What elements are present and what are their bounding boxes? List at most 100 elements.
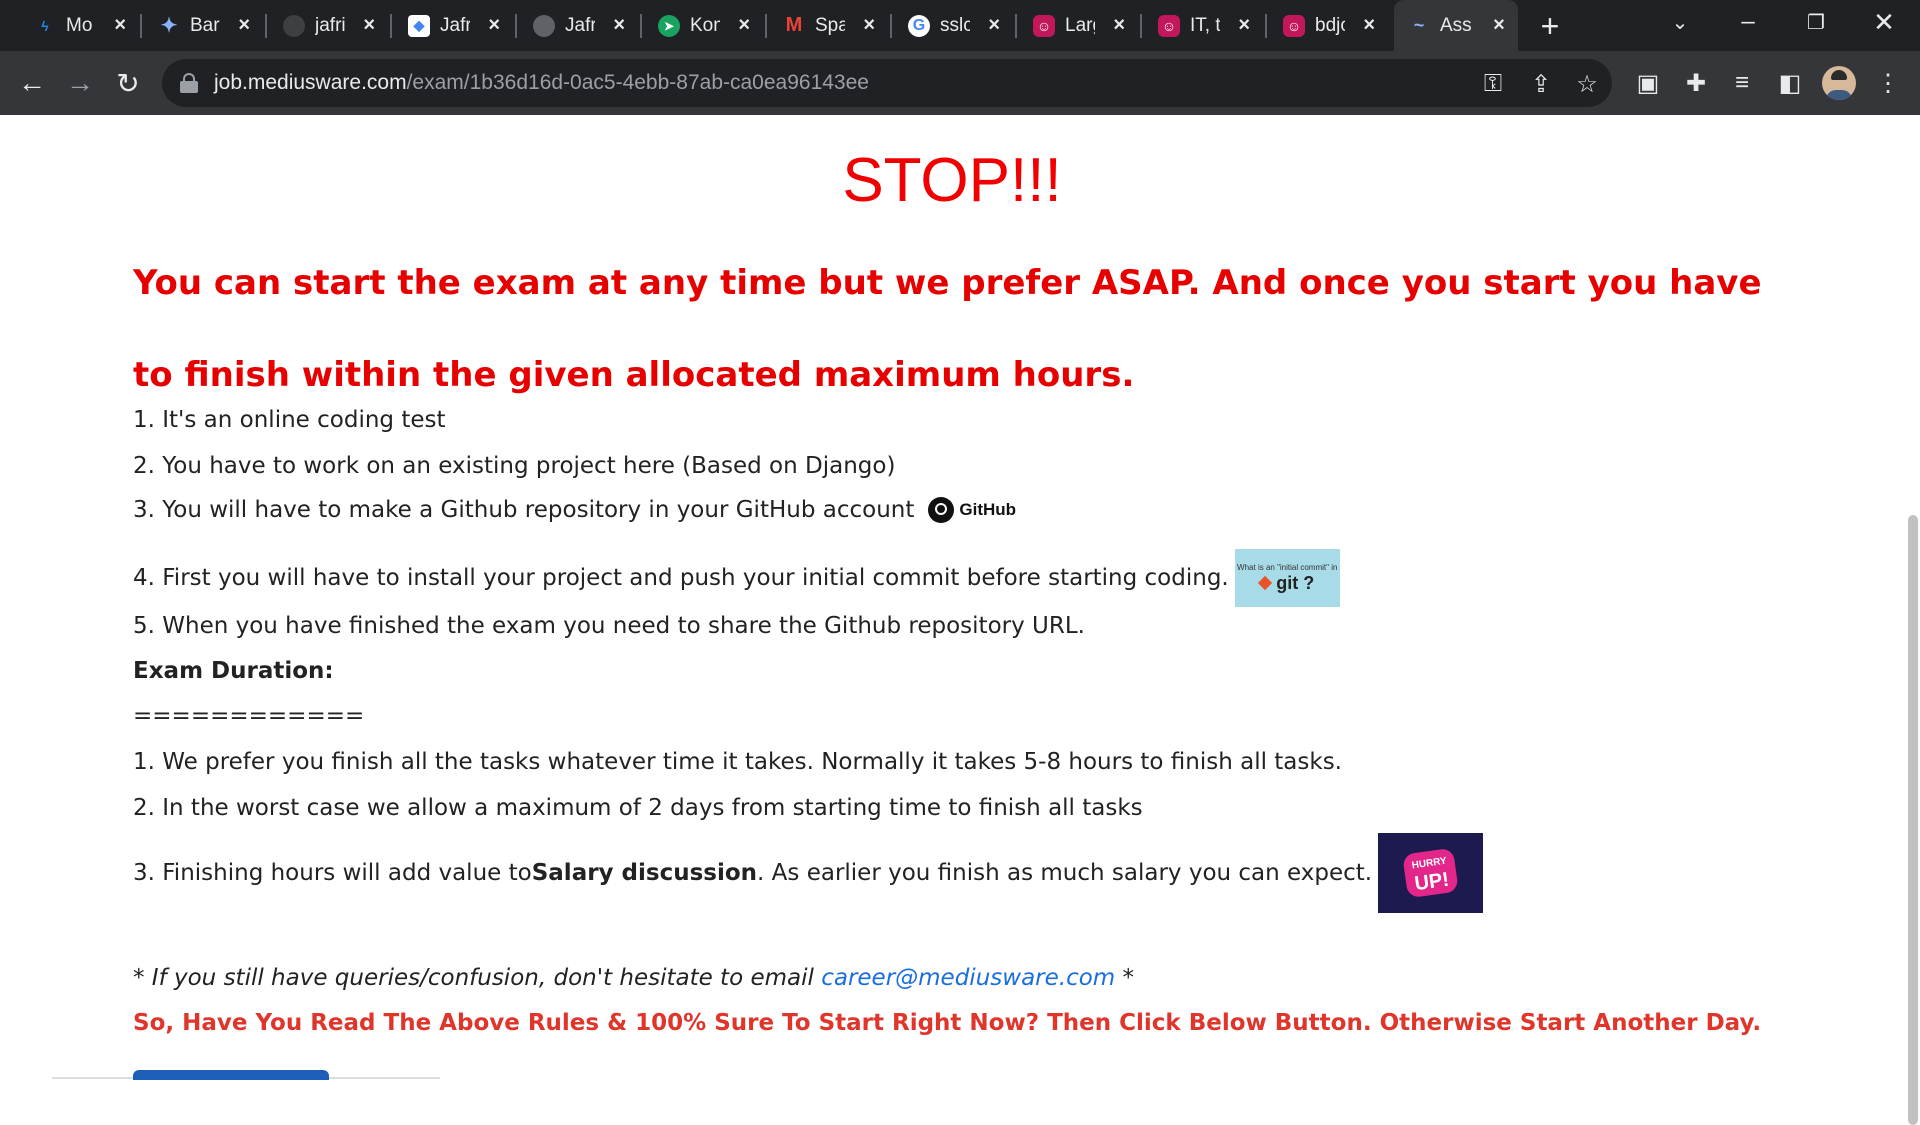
scrollbar-thumb[interactable] [1908,515,1918,1125]
tab-7[interactable]: G sslc × [894,0,1004,51]
rule-item: 3. You will have to make a Github reposi… [133,497,1016,523]
salary-discussion-bold: Salary discussion [531,860,758,886]
warning-message: You can start the exam at any time but w… [133,263,1762,395]
send-arrow-icon: ➤ [658,14,680,37]
duration-rule-item: 1. We prefer you finish all the tasks wh… [133,749,1342,775]
close-icon[interactable]: × [484,14,504,37]
url-host: job.mediusware.com [214,71,407,94]
start-exam-button[interactable] [133,1070,329,1080]
avatar[interactable] [1822,66,1856,100]
share-icon[interactable]: ⇪ [1528,71,1554,98]
section-heading: Exam Duration: [133,658,334,684]
tab-3[interactable]: ◆ Jafri × [394,0,504,51]
tab-0[interactable]: ϟ Mo × [20,0,130,51]
tab-title: Larg [1065,14,1095,36]
podcast-icon: ☺ [1283,14,1305,37]
rule-item: 1. It's an online coding test [133,407,446,433]
close-icon[interactable]: × [359,14,379,37]
contact-note-prefix: * If you still have queries/confusion, d… [133,965,822,991]
tab-title: Kon [690,14,721,36]
tab-8[interactable]: ☺ Larg × [1019,0,1129,51]
extensions-puzzle-icon[interactable]: ✚ [1680,67,1712,99]
separator-line: ============ [133,703,365,729]
thumbnail-caption: What is an "initial commit" in [1237,562,1338,572]
initial-commit-thumbnail: What is an "initial commit" in git ? [1234,549,1340,607]
browser-toolbar: ← → ↻ job.mediusware.com/exam/1b36d16d-0… [0,51,1920,115]
tab-4[interactable]: Jafri × [519,0,629,51]
media-queue-icon[interactable]: ≡ [1726,67,1758,99]
back-arrow-icon[interactable]: ← [12,63,52,103]
tab-1[interactable]: ✦ Bard × [144,0,254,51]
url-path: /exam/1b36d16d-0ac5-4ebb-87ab-ca0ea96143… [406,71,869,94]
close-icon[interactable]: × [859,14,879,37]
close-icon[interactable]: × [110,14,130,37]
thumbnail-word: git ? [1276,572,1315,593]
close-icon[interactable]: × [609,14,629,37]
github-icon [283,14,305,37]
close-icon[interactable]: × [1488,14,1510,37]
scrollbar[interactable] [1904,115,1920,1125]
tab-6[interactable]: M Spa × [769,0,879,51]
tab-10[interactable]: ☺ bdjo × [1269,0,1379,51]
contact-note-suffix: * [1115,965,1135,991]
rule-item: 4. First you will have to install your p… [133,549,1340,607]
new-tab-button[interactable]: + [1532,8,1568,44]
tab-title: jafri [315,14,346,36]
picture-in-picture-icon[interactable]: ▣ [1632,67,1664,99]
tab-title: Bard [190,14,220,36]
reload-icon[interactable]: ↻ [108,63,148,103]
email-link[interactable]: career@mediusware.com [821,965,1115,991]
tab-strip: ϟ Mo × ✦ Bard × jafri × ◆ Jafri × Jafri … [0,0,1920,51]
close-window-button[interactable]: ✕ [1850,0,1918,44]
star-icon[interactable]: ☆ [1574,71,1600,98]
lock-icon[interactable] [180,73,198,93]
tab-title: sslc [940,14,971,36]
rule-item: 5. When you have finished the exam you n… [133,613,1085,639]
forward-arrow-icon[interactable]: → [60,63,100,103]
page-title: STOP!!! [842,146,1062,215]
github-logo-text: GitHub [959,500,1017,519]
tab-title: Spa [815,14,846,36]
url-text[interactable]: job.mediusware.com/exam/1b36d16d-0ac5-4e… [214,71,869,95]
rule-text-suffix: . As earlier you finish as much salary y… [757,860,1373,886]
address-bar[interactable]: job.mediusware.com/exam/1b36d16d-0ac5-4e… [162,59,1612,107]
contact-note: * If you still have queries/confusion, d… [133,965,1134,991]
github-icon [928,497,955,523]
close-icon[interactable]: × [1109,14,1129,37]
github-logo: GitHub [928,497,1016,523]
confirmation-prompt: So, Have You Read The Above Rules & 100%… [133,1010,1762,1036]
podcast-icon: ☺ [1033,14,1055,37]
close-icon[interactable]: × [734,14,754,37]
rule-item: 2. You have to work on an existing proje… [133,453,896,479]
restore-button[interactable]: ❐ [1782,0,1850,44]
exam-duration-title: Exam Duration: [133,658,334,684]
rule-text-prefix: 3. Finishing hours will add value to [133,860,532,886]
side-panel-icon[interactable]: ◧ [1774,67,1806,99]
close-icon[interactable]: × [1234,14,1254,37]
tab-title: Jafri [440,14,471,36]
tab-title: Mo [66,14,93,36]
close-icon[interactable]: × [1359,14,1379,37]
stackblitz-icon: ϟ [41,17,49,34]
duration-rule-item: 2. In the worst case we allow a maximum … [133,795,1143,821]
close-icon[interactable]: × [984,14,1004,37]
podcast-icon: ☺ [1158,14,1180,37]
tab-title: IT, t [1190,14,1221,36]
key-icon[interactable]: ⚿ [1480,70,1506,97]
tab-9[interactable]: ☺ IT, t × [1144,0,1254,51]
google-docs-icon: ◆ [408,14,430,37]
rule-text: 3. You will have to make a Github reposi… [133,497,915,523]
tab-title: bdjo [1315,14,1345,36]
tab-2[interactable]: jafri × [269,0,379,51]
hurry-up-thumbnail: HURRY UP! [1378,833,1484,913]
close-icon[interactable]: × [234,14,254,37]
tab-search-chevron-icon[interactable]: ⌄ [1646,0,1714,44]
rule-text: 4. First you will have to install your p… [133,565,1229,591]
git-logo-icon [1258,575,1273,591]
tab-11-active[interactable]: ~ Ass × [1394,0,1518,51]
minimize-button[interactable]: – [1714,0,1782,44]
tilde-icon: ~ [1413,15,1425,35]
page-content: STOP!!! You can start the exam at any ti… [0,115,1904,1080]
tab-5[interactable]: ➤ Kon × [644,0,754,51]
menu-dots-icon[interactable]: ⋮ [1872,67,1904,99]
